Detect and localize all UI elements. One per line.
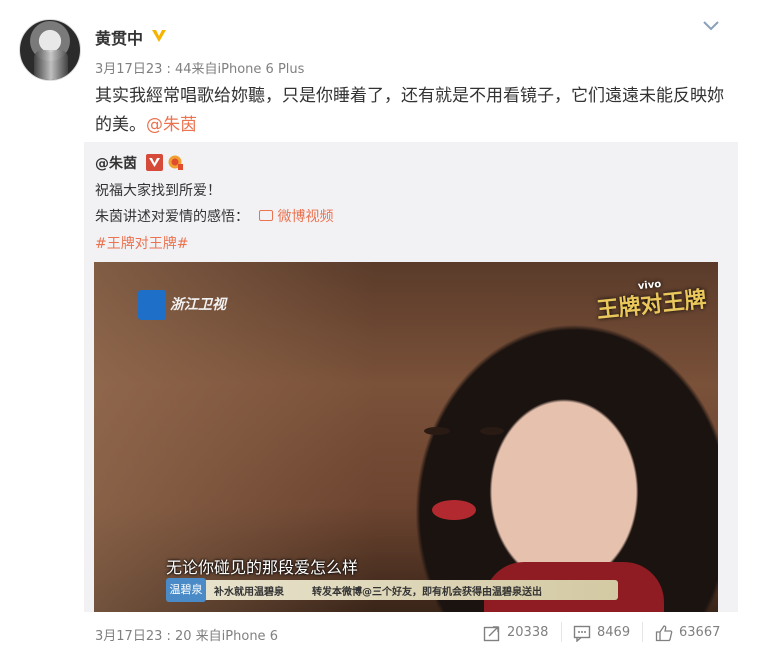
divider [561, 622, 562, 642]
repost-video-line: 朱茵讲述对爱情的感悟： 微博视频 [95, 206, 333, 226]
divider [642, 622, 643, 642]
mention-link[interactable]: @朱茵 [146, 115, 197, 135]
avatar-image [34, 50, 68, 80]
ticker-text: 转发本微博@三个好友，即有机会获得由温碧泉送出 [312, 587, 542, 598]
share-icon [483, 626, 500, 642]
avatar[interactable] [19, 19, 81, 81]
video-ticker: 温碧泉 补水就用温碧泉 转发本微博@三个好友，即有机会获得由温碧泉送出 [166, 578, 618, 602]
post-text: 其实我經常唱歌给妳聽，只是你睡着了，还有就是不用看镜子，它们遠遠未能反映妳的美。… [95, 82, 735, 140]
repost-video-desc: 朱茵讲述对爱情的感悟： [95, 209, 249, 225]
video-subtitle: 无论你碰见的那段爱怎么样 [166, 558, 359, 577]
thumbs-up-icon [655, 625, 673, 642]
comment-icon [573, 625, 591, 642]
ticker-sponsor: 温碧泉 [166, 578, 206, 602]
repost-count: 20338 [507, 625, 549, 640]
ticker-text: 补水就用温碧泉 [214, 587, 284, 598]
comment-count: 8469 [597, 625, 631, 640]
medal-icon [168, 155, 183, 170]
post-username[interactable]: 黄贯中 [95, 25, 143, 49]
like-count: 63667 [679, 625, 721, 640]
channel-logo-icon [138, 290, 166, 320]
repost-card: @朱茵 祝福大家找到所爱！ 朱茵讲述对爱情的感悟： 微博视频 #王牌对王牌# 浙… [84, 142, 738, 612]
repost-username[interactable]: @朱茵 [95, 153, 137, 173]
repost-text: 祝福大家找到所爱！ [95, 183, 221, 199]
repost-meta: 3月17日23 : 20 来自iPhone 6 [95, 629, 278, 644]
video-figure-eye [424, 427, 450, 435]
video-link-label: 微博视频 [277, 209, 334, 225]
video-icon [259, 210, 274, 221]
verified-icon [152, 30, 166, 42]
video-player[interactable]: 浙江卫视 vivo 王牌对王牌 无论你碰见的那段爱怎么样 温碧泉 补水就用温碧泉… [94, 262, 718, 612]
video-figure-lips [432, 500, 476, 520]
verified-icon [146, 154, 163, 171]
post-meta: 3月17日23 : 44来自iPhone 6 Plus [95, 62, 305, 77]
show-logo-text: 王牌对王牌 [595, 287, 708, 324]
hashtag-link[interactable]: #王牌对王牌# [95, 233, 188, 253]
show-logo: vivo 王牌对王牌 [594, 274, 708, 324]
channel-name: 浙江卫视 [170, 297, 226, 313]
chevron-down-icon[interactable] [701, 18, 721, 34]
video-link[interactable]: 微博视频 [259, 209, 333, 225]
video-figure-eye [480, 427, 504, 435]
